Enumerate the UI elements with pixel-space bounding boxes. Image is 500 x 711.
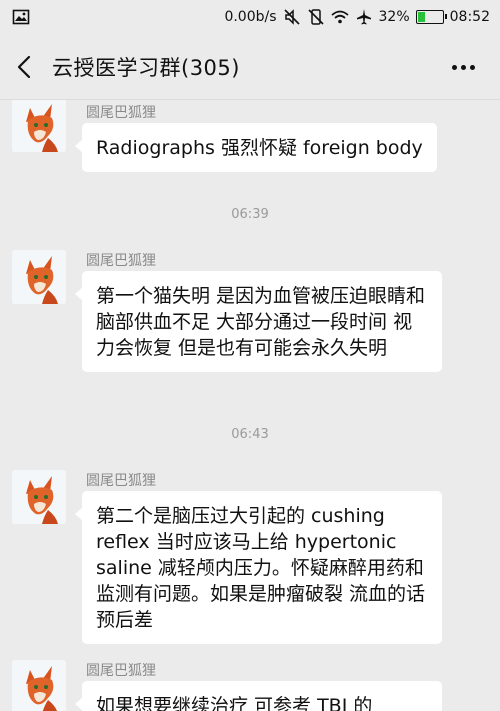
fox-avatar-icon [12, 660, 66, 711]
avatar[interactable] [12, 660, 66, 711]
image-icon [12, 9, 30, 25]
fox-avatar-icon [12, 470, 66, 524]
battery-fill [417, 12, 426, 22]
more-button[interactable] [448, 56, 478, 78]
chevron-left-icon [17, 55, 31, 78]
vibrate-icon [307, 9, 324, 25]
fox-avatar-icon [12, 100, 66, 152]
timestamp: 06:43 [231, 427, 269, 442]
battery-percent: 32% [378, 9, 410, 25]
status-bar: 0.00b/s 32% 08:52 [0, 0, 500, 34]
chat-area[interactable]: 圆尾巴狐狸 Radiographs 强烈怀疑 foreign body 06:3… [0, 100, 500, 711]
message-bubble[interactable]: 如果想要继续治疗 可参考 TBI 的 [75, 681, 442, 711]
clock: 08:52 [449, 9, 490, 25]
sender-name: 圆尾巴狐狸 [86, 105, 156, 121]
network-speed: 0.00b/s [224, 9, 277, 25]
wifi-icon [330, 10, 349, 24]
sender-name: 圆尾巴狐狸 [86, 663, 156, 679]
message-bubble[interactable]: 第二个是脑压过大引起的 cushing reflex 当时应该马上给 hyper… [75, 491, 442, 644]
mute-icon [283, 9, 300, 25]
chat-title: 云授医学习群(305) [52, 55, 240, 80]
fox-avatar-icon [12, 250, 66, 304]
avatar[interactable] [12, 250, 66, 304]
timestamp: 06:39 [231, 207, 269, 222]
chat-header: 云授医学习群(305) [0, 34, 500, 100]
status-right: 0.00b/s 32% 08:52 [224, 8, 490, 26]
battery-icon [415, 10, 447, 24]
sender-name: 圆尾巴狐狸 [86, 253, 156, 269]
message-bubble[interactable]: Radiographs 强烈怀疑 foreign body [75, 123, 437, 172]
more-dots-icon [451, 64, 457, 70]
avatar[interactable] [12, 100, 66, 152]
sender-name: 圆尾巴狐狸 [86, 473, 156, 489]
airplane-icon [356, 9, 371, 25]
message-bubble[interactable]: 第一个猫失明 是因为血管被压迫眼睛和脑部供血不足 大部分通过一段时间 视力会恢复… [75, 271, 442, 372]
back-button[interactable] [0, 34, 50, 100]
avatar[interactable] [12, 470, 66, 524]
